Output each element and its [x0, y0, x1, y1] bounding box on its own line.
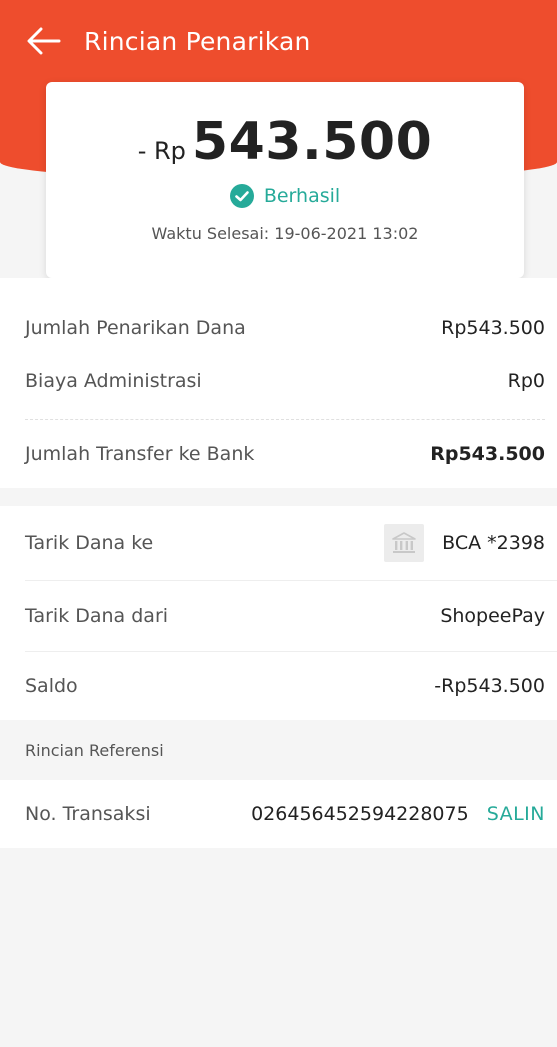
withdraw-to-row: Tarik Dana ke BCA *2398 [0, 506, 557, 580]
transaction-number-row: No. Transaksi 026456452594228075 SALIN [0, 780, 557, 848]
amount-prefix: - Rp [137, 137, 186, 165]
copy-button[interactable]: SALIN [487, 803, 545, 825]
withdrawal-amount-label: Jumlah Penarikan Dana [25, 317, 246, 339]
transfer-amount-value: Rp543.500 [430, 443, 545, 465]
status-row: Berhasil [46, 184, 524, 208]
withdraw-to-value: BCA *2398 [442, 532, 545, 554]
bank-info: BCA *2398 [384, 524, 545, 562]
balance-label: Saldo [25, 675, 78, 697]
amount-value: 543.500 [191, 112, 433, 172]
withdraw-from-label: Tarik Dana dari [25, 605, 169, 627]
back-button[interactable] [14, 11, 74, 71]
admin-fee-label: Biaya Administrasi [25, 370, 202, 392]
amount-row: - Rp 543.500 [46, 112, 524, 172]
balance-value: -Rp543.500 [434, 675, 545, 697]
admin-fee-row: Biaya Administrasi Rp0 [0, 353, 557, 409]
reference-section-header: Rincian Referensi [0, 720, 557, 780]
top-bar: Rincian Penarikan [0, 0, 557, 82]
balance-row: Saldo -Rp543.500 [0, 652, 557, 720]
dashed-divider [25, 419, 545, 420]
bank-icon [384, 524, 425, 562]
status-text: Berhasil [263, 185, 341, 207]
transaction-number-label: No. Transaksi [25, 803, 151, 825]
completion-time: Waktu Selesai: 19-06-2021 13:02 [151, 224, 419, 243]
withdrawal-amount-value: Rp543.500 [441, 317, 545, 339]
details-section: Tarik Dana ke BCA *2398 Tarik Dana dari … [0, 506, 557, 720]
transaction-number-group: 026456452594228075 SALIN [251, 803, 545, 825]
withdrawal-amount-row: Jumlah Penarikan Dana Rp543.500 [0, 300, 557, 356]
breakdown-section: Jumlah Penarikan Dana Rp543.500 Biaya Ad… [0, 278, 557, 488]
transaction-number-value: 026456452594228075 [251, 803, 469, 825]
admin-fee-value: Rp0 [507, 370, 545, 392]
withdraw-from-row: Tarik Dana dari ShopeePay [0, 581, 557, 651]
transfer-amount-row: Jumlah Transfer ke Bank Rp543.500 [0, 426, 557, 482]
withdraw-to-label: Tarik Dana ke [25, 532, 154, 554]
summary-card: - Rp 543.500 Berhasil Waktu Selesai: 19-… [46, 82, 524, 278]
page-title: Rincian Penarikan [84, 26, 311, 56]
transfer-amount-label: Jumlah Transfer ke Bank [25, 443, 255, 465]
arrow-left-icon [27, 27, 61, 55]
withdraw-from-value: ShopeePay [440, 605, 545, 627]
reference-section-title: Rincian Referensi [25, 740, 164, 760]
reference-section: No. Transaksi 026456452594228075 SALIN [0, 780, 557, 848]
check-circle-icon [229, 184, 254, 208]
